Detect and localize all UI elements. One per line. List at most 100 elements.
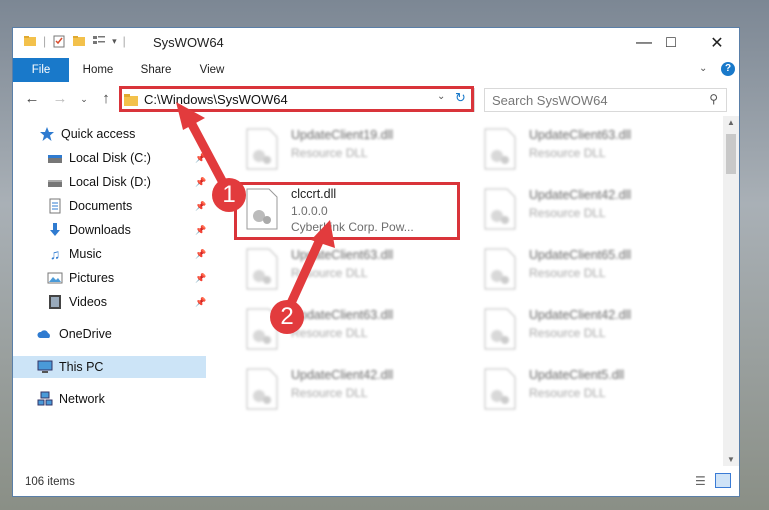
file-description: Resource DLL bbox=[291, 266, 368, 280]
window-title: SysWOW64 bbox=[153, 35, 224, 50]
file-name: UpdateClient42.dll bbox=[529, 188, 632, 202]
dll-file-icon bbox=[483, 368, 517, 410]
file-description: Resource DLL bbox=[529, 386, 606, 400]
drive-icon bbox=[47, 150, 63, 166]
dll-file-icon bbox=[245, 368, 279, 410]
file-list: UpdateClient19.dll Resource DLL clccrt.d… bbox=[209, 116, 723, 466]
file-item[interactable]: UpdateClient42.dll Resource DLL bbox=[237, 362, 447, 420]
vertical-scrollbar[interactable]: ▲ ▼ bbox=[723, 116, 739, 466]
step-badge-2: 2 bbox=[270, 300, 304, 334]
file-description: Resource DLL bbox=[291, 146, 368, 160]
large-icons-view-icon[interactable] bbox=[715, 473, 731, 488]
customize-icon[interactable] bbox=[92, 34, 106, 48]
step-badge-1: 1 bbox=[212, 178, 246, 212]
address-highlight-box bbox=[119, 86, 474, 112]
pin-icon: 📌 bbox=[195, 176, 207, 187]
sidebar-item-local-disk-d[interactable]: Local Disk (D:) 📌 bbox=[13, 171, 206, 193]
up-button[interactable]: ↑ bbox=[97, 90, 115, 108]
folder-icon bbox=[24, 36, 36, 46]
pin-icon: 📌 bbox=[195, 272, 207, 283]
separator: | bbox=[122, 34, 126, 48]
file-item[interactable]: UpdateClient63.dll Resource DLL bbox=[237, 242, 447, 300]
new-folder-icon[interactable] bbox=[72, 34, 86, 48]
pin-icon: 📌 bbox=[195, 200, 207, 211]
dll-file-icon bbox=[483, 308, 517, 350]
music-icon: ♫ bbox=[49, 246, 61, 262]
file-item[interactable]: UpdateClient63.dll Resource DLL bbox=[237, 302, 447, 360]
sidebar-item-label: Network bbox=[59, 392, 105, 406]
forward-button[interactable]: → bbox=[51, 90, 69, 108]
sidebar-item-downloads[interactable]: Downloads 📌 bbox=[13, 219, 206, 241]
title-bar: | ▾ | SysWOW64 — □ ✕ bbox=[13, 28, 739, 58]
sidebar-item-videos[interactable]: Videos 📌 bbox=[13, 291, 206, 313]
file-item[interactable]: UpdateClient65.dll Resource DLL bbox=[475, 242, 685, 300]
file-description: Resource DLL bbox=[291, 326, 368, 340]
scroll-up-icon[interactable]: ▲ bbox=[727, 118, 735, 127]
file-item[interactable]: UpdateClient5.dll Resource DLL bbox=[475, 362, 685, 420]
drive-icon bbox=[47, 174, 63, 190]
documents-icon bbox=[47, 198, 63, 214]
recent-locations-button[interactable]: ⌄ bbox=[75, 90, 93, 108]
help-icon[interactable]: ? bbox=[721, 62, 735, 76]
tab-home[interactable]: Home bbox=[75, 58, 121, 82]
maximize-button[interactable]: □ bbox=[648, 28, 694, 58]
file-name: UpdateClient65.dll bbox=[529, 248, 632, 262]
scrollbar-thumb[interactable] bbox=[726, 134, 736, 174]
file-name: UpdateClient42.dll bbox=[291, 368, 394, 382]
address-row: ← → ⌄ ↑ C:\Windows\SysWOW64 ⌄ ↻ Search S… bbox=[13, 82, 739, 116]
separator: | bbox=[43, 34, 47, 48]
file-description: Resource DLL bbox=[291, 386, 368, 400]
file-name: UpdateClient63.dll bbox=[529, 128, 632, 142]
close-icon: ✕ bbox=[710, 35, 724, 52]
file-item[interactable]: UpdateClient42.dll Resource DLL bbox=[475, 302, 685, 360]
file-description: Resource DLL bbox=[529, 206, 606, 220]
file-description: Resource DLL bbox=[529, 266, 606, 280]
pin-icon: 📌 bbox=[195, 224, 207, 235]
arrow-right-icon: → bbox=[52, 90, 68, 107]
star-icon bbox=[39, 126, 55, 142]
tab-view[interactable]: View bbox=[193, 58, 231, 82]
tab-share[interactable]: Share bbox=[135, 58, 177, 82]
file-name: UpdateClient63.dll bbox=[291, 248, 394, 262]
sidebar-item-label: Local Disk (D:) bbox=[69, 175, 151, 189]
dll-file-icon bbox=[245, 248, 279, 290]
file-item[interactable]: UpdateClient63.dll Resource DLL bbox=[475, 122, 685, 180]
details-view-icon[interactable]: ☰ bbox=[695, 474, 706, 488]
arrow-up-icon: ↑ bbox=[102, 90, 110, 107]
status-bar: 106 items ☰ bbox=[13, 468, 739, 496]
scroll-down-icon[interactable]: ▼ bbox=[727, 455, 735, 464]
explorer-window: | ▾ | SysWOW64 — □ ✕ File Home Share Vie… bbox=[12, 27, 740, 497]
properties-icon[interactable] bbox=[52, 34, 66, 48]
sidebar-item-documents[interactable]: Documents 📌 bbox=[13, 195, 206, 217]
pin-icon: 📌 bbox=[195, 248, 207, 259]
pin-icon: 📌 bbox=[195, 152, 207, 163]
computer-icon bbox=[37, 359, 53, 375]
sidebar-item-label: Downloads bbox=[69, 223, 131, 237]
pin-icon: 📌 bbox=[195, 296, 207, 307]
sidebar-item-onedrive[interactable]: OneDrive bbox=[13, 323, 206, 345]
ribbon-expand-icon[interactable]: ⌄ bbox=[699, 63, 707, 74]
sidebar-item-label: Local Disk (C:) bbox=[69, 151, 151, 165]
sidebar-item-pictures[interactable]: Pictures 📌 bbox=[13, 267, 206, 289]
file-item[interactable]: UpdateClient42.dll Resource DLL bbox=[475, 182, 685, 240]
close-button[interactable]: ✕ bbox=[694, 28, 739, 58]
arrow-left-icon: ← bbox=[24, 90, 40, 107]
sidebar-item-quick-access[interactable]: Quick access bbox=[13, 123, 206, 145]
maximize-icon: □ bbox=[666, 34, 676, 51]
sidebar-item-local-disk-c[interactable]: Local Disk (C:) 📌 bbox=[13, 147, 206, 169]
search-input[interactable]: Search SysWOW64 ⚲ bbox=[484, 88, 727, 112]
file-name: UpdateClient63.dll bbox=[291, 308, 394, 322]
file-name: UpdateClient42.dll bbox=[529, 308, 632, 322]
sidebar-item-this-pc[interactable]: This PC bbox=[13, 356, 206, 378]
search-placeholder: Search SysWOW64 bbox=[492, 93, 608, 108]
file-description: Resource DLL bbox=[529, 146, 606, 160]
pictures-icon bbox=[47, 270, 63, 286]
ribbon-tabs: File Home Share View ⌄ ? bbox=[13, 58, 739, 116]
back-button[interactable]: ← bbox=[23, 90, 41, 108]
sidebar-item-network[interactable]: Network bbox=[13, 388, 206, 410]
file-name: UpdateClient5.dll bbox=[529, 368, 625, 382]
sidebar-item-music[interactable]: ♫ Music 📌 bbox=[13, 243, 206, 265]
chevron-down-icon[interactable]: ▾ bbox=[112, 36, 117, 47]
file-item[interactable]: UpdateClient19.dll Resource DLL bbox=[237, 122, 447, 180]
file-highlight-box bbox=[234, 182, 460, 240]
